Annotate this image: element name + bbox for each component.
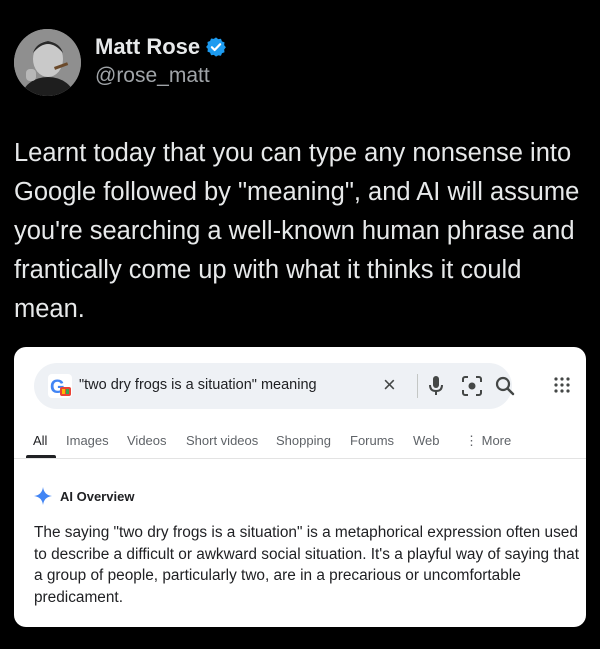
ai-overview-text: The saying "two dry frogs is a situation…: [34, 524, 580, 606]
ai-overview-label: AI Overview: [60, 488, 135, 504]
verified-badge-icon: [206, 37, 227, 57]
tab-shopping[interactable]: Shopping: [276, 433, 331, 448]
tab-more[interactable]: ⋮ More: [465, 433, 511, 449]
avatar-photo: [14, 29, 81, 96]
search-tabs: All Images Videos Short videos Shopping …: [14, 433, 586, 459]
ai-overview-header: AI Overview: [34, 487, 134, 505]
google-screenshot-card[interactable]: G "two dry frogs is a situation" meaning…: [14, 347, 586, 627]
search-icon[interactable]: [494, 375, 516, 397]
tab-images[interactable]: Images: [66, 433, 109, 448]
search-divider: [417, 374, 418, 398]
display-name[interactable]: Matt Rose: [95, 34, 200, 60]
handle[interactable]: @rose_matt: [95, 64, 210, 88]
search-query[interactable]: "two dry frogs is a situation" meaning: [79, 377, 317, 393]
clear-icon[interactable]: ×: [383, 374, 396, 396]
sparkle-icon: [34, 487, 52, 505]
tab-forums[interactable]: Forums: [350, 433, 394, 448]
lens-icon[interactable]: [461, 375, 483, 397]
avatar[interactable]: [14, 29, 81, 96]
tab-short-videos[interactable]: Short videos: [186, 433, 258, 448]
search-box[interactable]: G "two dry frogs is a situation" meaning…: [34, 363, 515, 409]
author-name-row: Matt Rose: [95, 34, 227, 60]
tab-web[interactable]: Web: [413, 433, 440, 448]
google-logo-icon: G: [48, 374, 72, 398]
tab-all[interactable]: All: [33, 433, 47, 448]
tabs-divider: [14, 458, 586, 459]
tab-videos[interactable]: Videos: [127, 433, 167, 448]
apps-grid-icon[interactable]: [554, 377, 570, 393]
microphone-icon[interactable]: [427, 375, 445, 397]
tweet-text: Learnt today that you can type any nonse…: [14, 139, 580, 323]
